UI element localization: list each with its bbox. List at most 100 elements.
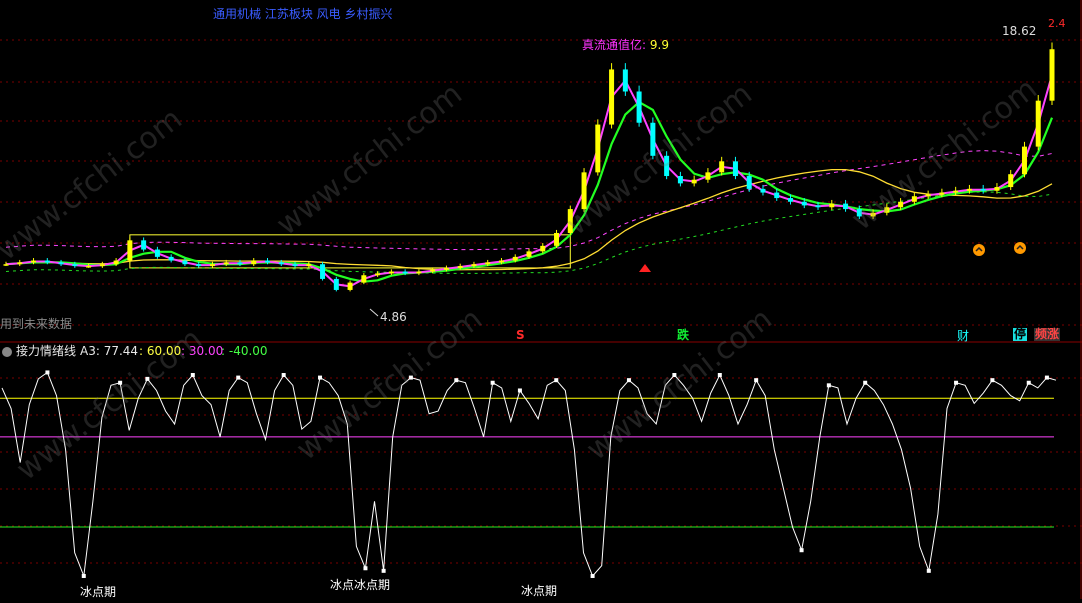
indicator-level-30: : 30.00 (181, 344, 224, 358)
candle-body (953, 190, 959, 193)
candle-body (416, 271, 422, 274)
candle-body (994, 187, 1000, 191)
candle-body (3, 264, 9, 266)
osc-marker (1026, 380, 1031, 385)
candle-body (306, 264, 312, 267)
circulation-value: 真流通值亿: 9.9 (582, 38, 669, 52)
stock-chart-window[interactable]: www.cfchi.com www.cfchi.com www.cfchi.co… (0, 0, 1082, 599)
up-arrow-badge (1014, 242, 1026, 254)
candle-body (361, 275, 367, 283)
min-pointer (369, 308, 379, 317)
cai-signal: 财 (957, 329, 970, 343)
candle-body (209, 264, 215, 267)
candle-body (320, 264, 326, 279)
osc-line (1, 371, 1057, 577)
candle-body (567, 209, 573, 233)
candle-body (1008, 174, 1014, 188)
osc-marker (81, 573, 86, 578)
candle-body (622, 69, 628, 92)
osc-marker (381, 568, 386, 573)
chart-canvas[interactable] (0, 0, 1082, 599)
osc-marker (236, 375, 241, 380)
max-price-label: 18.62 (1002, 24, 1037, 38)
osc-marker (145, 376, 150, 381)
osc-marker (799, 548, 804, 553)
ice-label-1: 冰点期 (80, 585, 117, 599)
candle-body (347, 282, 353, 290)
osc-marker (826, 383, 831, 388)
candle-body (333, 278, 339, 290)
indicator-level-neg40: : -40.00 (221, 344, 268, 358)
candle-body (1049, 49, 1055, 101)
candle-body (86, 266, 92, 268)
candle-body (540, 245, 546, 252)
candle-body (884, 207, 890, 213)
candle-body (58, 262, 64, 265)
candle-body (196, 264, 202, 267)
osc-marker (863, 380, 868, 385)
candle-body (732, 161, 738, 177)
osc-marker (118, 380, 123, 385)
candle-body (746, 176, 752, 189)
candle-body (636, 91, 642, 123)
osc-marker (754, 378, 759, 383)
candle-body (911, 196, 917, 202)
candle-body (471, 264, 477, 267)
osc-marker (590, 573, 595, 578)
osc-marker (318, 375, 323, 380)
candle-body (898, 201, 904, 208)
candle-body (829, 203, 835, 208)
indicator-level-60: : 60.00 (139, 344, 182, 358)
signal-marks (369, 242, 1026, 317)
candle-body (705, 172, 711, 180)
oscillator-panel (0, 370, 1057, 578)
candle-body (801, 201, 807, 206)
candle-body (141, 240, 147, 250)
osc-marker (954, 380, 959, 385)
candle-body (44, 260, 50, 263)
candle-body (939, 192, 945, 195)
osc-marker (1044, 375, 1049, 380)
osc-marker (190, 373, 195, 378)
candle-body (677, 176, 683, 184)
candle-body (870, 212, 876, 217)
candle-body (168, 256, 174, 261)
osc-marker (517, 388, 522, 393)
candle-body (251, 260, 257, 265)
candle-body (581, 172, 587, 210)
candle-body (788, 198, 793, 202)
candle-body (966, 188, 972, 191)
zhang-signal: 频涨 (1034, 327, 1061, 341)
die-signal: 跌 (677, 328, 690, 342)
candle-body (402, 271, 408, 274)
osc-marker (490, 380, 495, 385)
ice-label-2: 冰点冰点期 (330, 578, 391, 592)
candle-body (292, 264, 298, 267)
candle-body (182, 260, 188, 265)
osc-marker (626, 378, 631, 383)
osc-marker (554, 378, 559, 383)
candle-body (443, 267, 449, 270)
osc-marker (45, 370, 50, 375)
candle-body (774, 192, 780, 199)
candle-body (17, 262, 23, 265)
candle-body (237, 262, 243, 265)
osc-marker (454, 378, 459, 383)
osc-marker (926, 568, 931, 573)
candle-body (664, 155, 670, 177)
candle-body (375, 273, 381, 276)
osc-marker (408, 375, 413, 380)
osc-marker (281, 373, 286, 378)
candle-body (72, 264, 78, 267)
candle-body (498, 260, 504, 263)
candle-body (278, 262, 284, 265)
ma-lower-band (5, 191, 1053, 274)
indicator-name[interactable]: 接力情绪线 (16, 344, 76, 358)
buy-arrow-icon (639, 264, 651, 272)
candle-body (154, 249, 160, 257)
candle-body (691, 179, 697, 184)
candle-body (843, 203, 849, 210)
candle-body (223, 262, 229, 265)
concept-tags[interactable]: 通用机械 江苏板块 风电 乡村振兴 (213, 7, 392, 21)
indicator-toggle-icon[interactable] (2, 347, 12, 357)
